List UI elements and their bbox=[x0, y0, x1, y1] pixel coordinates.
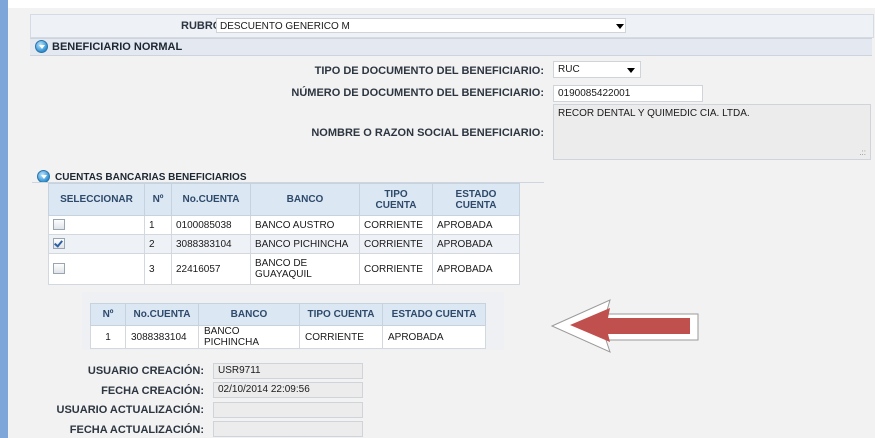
col-header[interactable]: BANCO bbox=[198, 303, 300, 326]
cell-banco: BANCO PICHINCHA bbox=[250, 234, 360, 254]
cell-cuenta: 3088383104 bbox=[171, 234, 251, 254]
created-by-label: USUARIO CREACIÓN: bbox=[87, 365, 204, 377]
chevron-down-icon bbox=[627, 68, 635, 73]
cell-banco: BANCO PICHINCHA bbox=[198, 325, 300, 349]
col-header[interactable]: No.CUENTA bbox=[125, 303, 199, 326]
cell-n: 2 bbox=[144, 234, 172, 254]
cell-n: 3 bbox=[144, 253, 172, 285]
table-header-row: SELECCIONAR Nº No.CUENTA BANCO TIPO CUEN… bbox=[48, 183, 520, 216]
col-header[interactable]: TIPO CUENTA bbox=[299, 303, 383, 326]
col-header[interactable]: TIPO CUENTA bbox=[359, 183, 433, 216]
created-date-field[interactable]: 02/10/2014 22:09:56 bbox=[213, 382, 363, 398]
cell-tipo: CORRIENTE bbox=[299, 325, 383, 349]
col-header[interactable]: BANCO bbox=[250, 183, 360, 216]
cell-tipo: CORRIENTE bbox=[359, 253, 433, 285]
table-row[interactable]: 2 3088383104 BANCO PICHINCHA CORRIENTE A… bbox=[48, 234, 520, 254]
col-header[interactable]: No.CUENTA bbox=[171, 183, 251, 216]
section-header-beneficiario[interactable]: BENEFICIARIO NORMAL bbox=[30, 38, 872, 56]
table-row[interactable]: 3 22416057 BANCO DE GUAYAQUIL CORRIENTE … bbox=[48, 253, 520, 285]
col-header[interactable]: ESTADO CUENTA bbox=[382, 303, 486, 326]
selected-account-table: Nº No.CUENTA BANCO TIPO CUENTA ESTADO CU… bbox=[90, 303, 486, 349]
cell-banco: BANCO DE GUAYAQUIL bbox=[250, 253, 360, 285]
doc-type-value: RUC bbox=[558, 64, 580, 75]
updated-by-label: USUARIO ACTUALIZACIÓN: bbox=[56, 404, 204, 416]
cell-estado: APROBADA bbox=[432, 215, 520, 235]
doc-number-field[interactable]: 0190085422001 bbox=[553, 85, 703, 102]
cell-n: 1 bbox=[90, 325, 126, 349]
name-label: NOMBRE O RAZON SOCIAL BENEFICIARIO: bbox=[311, 127, 544, 139]
top-strip bbox=[8, 0, 875, 8]
name-value: RECOR DENTAL Y QUIMEDIC CIA. LTDA. bbox=[558, 108, 750, 119]
left-sidebar-strip bbox=[0, 0, 8, 438]
name-textarea[interactable]: RECOR DENTAL Y QUIMEDIC CIA. LTDA. .:: bbox=[553, 104, 871, 160]
created-by-field[interactable]: USR9711 bbox=[213, 363, 363, 379]
cell-estado: APROBADA bbox=[382, 325, 486, 349]
updated-date-label: FECHA ACTUALIZACIÓN: bbox=[69, 424, 204, 436]
table-row[interactable]: 1 0100085038 BANCO AUSTRO CORRIENTE APRO… bbox=[48, 215, 520, 235]
collapse-circle-icon[interactable] bbox=[35, 40, 48, 53]
cell-tipo: CORRIENTE bbox=[359, 234, 433, 254]
created-date-label: FECHA CREACIÓN: bbox=[101, 385, 204, 397]
table-header-row: Nº No.CUENTA BANCO TIPO CUENTA ESTADO CU… bbox=[90, 303, 486, 326]
cell-cuenta: 0100085038 bbox=[171, 215, 251, 235]
cell-estado: APROBADA bbox=[432, 234, 520, 254]
cell-estado: APROBADA bbox=[432, 253, 520, 285]
rubro-select-value: DESCUENTO GENERICO M bbox=[220, 21, 350, 32]
col-header[interactable]: Nº bbox=[144, 183, 172, 216]
accounts-table: SELECCIONAR Nº No.CUENTA BANCO TIPO CUEN… bbox=[48, 183, 520, 285]
cell-cuenta: 3088383104 bbox=[125, 325, 199, 349]
section-title: BENEFICIARIO NORMAL bbox=[52, 41, 183, 53]
col-header[interactable]: Nº bbox=[90, 303, 126, 326]
cell-tipo: CORRIENTE bbox=[359, 215, 433, 235]
col-header[interactable]: ESTADO CUENTA bbox=[432, 183, 520, 216]
rubro-row: RUBRO: DESCUENTO GENERICO M bbox=[30, 14, 874, 38]
resize-grip-icon[interactable]: .:: bbox=[859, 148, 866, 157]
col-header[interactable]: SELECCIONAR bbox=[48, 183, 145, 216]
cell-cuenta: 22416057 bbox=[171, 253, 251, 285]
updated-date-field[interactable] bbox=[213, 421, 363, 437]
chevron-down-icon bbox=[616, 24, 624, 29]
cell-banco: BANCO AUSTRO bbox=[250, 215, 360, 235]
rubro-select[interactable]: DESCUENTO GENERICO M bbox=[216, 18, 626, 33]
table-row[interactable]: 1 3088383104 BANCO PICHINCHA CORRIENTE A… bbox=[90, 325, 486, 349]
doc-type-select[interactable]: RUC bbox=[553, 61, 641, 78]
cell-n: 1 bbox=[144, 215, 172, 235]
updated-by-field[interactable] bbox=[213, 402, 363, 418]
select-checkbox[interactable] bbox=[53, 238, 65, 250]
doc-type-label: TIPO DE DOCUMENTO DEL BENEFICIARIO: bbox=[314, 65, 544, 77]
select-checkbox[interactable] bbox=[53, 219, 65, 231]
doc-number-label: NÚMERO DE DOCUMENTO DEL BENEFICIARIO: bbox=[291, 87, 544, 99]
select-checkbox[interactable] bbox=[53, 263, 65, 275]
left-arrow-icon bbox=[550, 299, 699, 353]
